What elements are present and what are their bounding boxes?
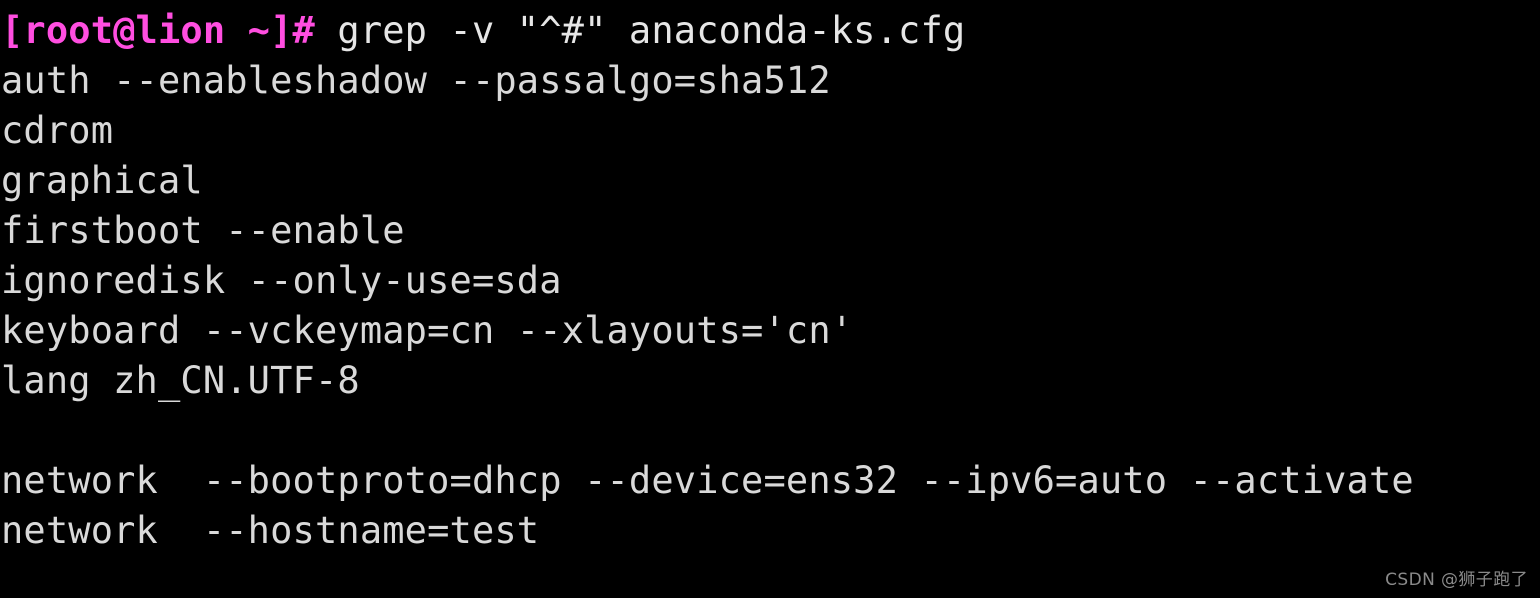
- terminal-prompt-line: [root@lion ~]# grep -v "^#" anaconda-ks.…: [1, 6, 1540, 56]
- output-line: lang zh_CN.UTF-8: [1, 359, 360, 402]
- output-line: graphical: [1, 159, 203, 202]
- output-line-blank: [1, 406, 1540, 456]
- output-line: network --bootproto=dhcp --device=ens32 …: [1, 459, 1414, 502]
- output-line: cdrom: [1, 109, 114, 152]
- shell-prompt: [root@lion ~]#: [1, 9, 338, 52]
- csdn-watermark: CSDN @狮子跑了: [1385, 570, 1528, 590]
- shell-command: grep -v "^#" anaconda-ks.cfg: [337, 9, 966, 52]
- output-line: auth --enableshadow --passalgo=sha512: [1, 59, 831, 102]
- output-line: network --hostname=test: [1, 509, 540, 552]
- output-line: keyboard --vckeymap=cn --xlayouts='cn': [1, 309, 854, 352]
- output-line: ignoredisk --only-use=sda: [1, 259, 562, 302]
- output-line: firstboot --enable: [1, 209, 405, 252]
- terminal-window[interactable]: [root@lion ~]# grep -v "^#" anaconda-ks.…: [0, 0, 1540, 598]
